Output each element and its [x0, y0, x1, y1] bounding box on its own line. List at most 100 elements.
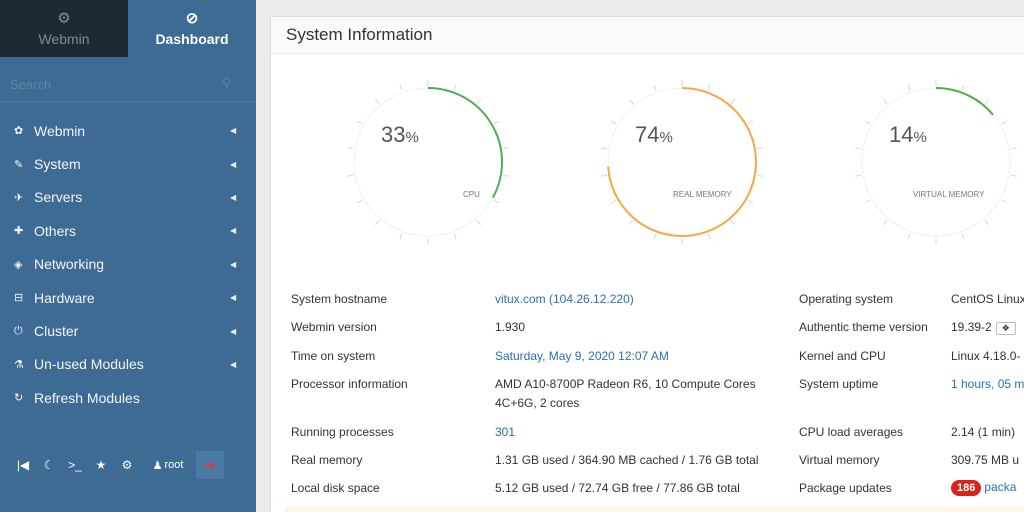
system-information-panel: System Information 33% CPU 74% REAL MEMO… — [270, 16, 1024, 512]
cpu-gauge: 33% CPU — [343, 77, 513, 247]
sidebar-item-unused-modules[interactable]: ⚗ Un-used Modules ◀ — [0, 348, 256, 381]
gauge-tick — [855, 147, 862, 150]
gauge-tick — [907, 233, 911, 240]
info-label: Package updates — [799, 481, 892, 495]
gauge-tick — [1001, 199, 1008, 204]
gauge-tick — [747, 120, 754, 125]
gauge-tick — [374, 98, 380, 105]
package-updates-link[interactable]: packa — [984, 480, 1016, 494]
gauge-tick — [476, 219, 482, 226]
sidebar-item-networking[interactable]: ◈ Networking ◀ — [0, 248, 256, 281]
sidebar-item-label: Webmin — [34, 122, 86, 139]
chevron-left-icon: ◀ — [230, 259, 237, 269]
search-icon[interactable]: ⚲ — [222, 75, 232, 91]
night-mode-icon[interactable]: ☾ — [36, 451, 62, 479]
terminal-icon[interactable]: >_ — [62, 451, 88, 479]
gauge-tick — [756, 147, 763, 150]
info-value: 309.75 MB u — [951, 453, 1020, 467]
sidebar-item-label: Others — [34, 222, 77, 239]
gauge-tick — [628, 98, 634, 105]
gauge-tick — [1001, 120, 1008, 125]
gauge-tick — [476, 98, 482, 105]
gear-icon: ✿ — [14, 125, 24, 138]
sidebar-item-refresh-modules[interactable]: ↻ Refresh Modules — [0, 381, 256, 414]
gauge-value: 74% — [635, 122, 673, 148]
tab-dashboard[interactable]: ⊘ Dashboard — [128, 0, 256, 57]
sidebar-item-others[interactable]: ✚ Others ◀ — [0, 214, 256, 247]
sidebar-item-system[interactable]: ✎ System ◀ — [0, 147, 256, 180]
info-value-line2: 4C+6G, 2 cores — [495, 396, 580, 410]
hostname-link[interactable]: vitux.com (104.26.12.220) — [495, 292, 634, 306]
info-label: Authentic theme version — [799, 320, 928, 334]
gauge-tick — [347, 147, 354, 150]
collapse-icon[interactable]: |◀ — [10, 451, 36, 479]
tools-icon: ✚ — [14, 225, 24, 238]
gauge-dial — [601, 80, 763, 244]
sidebar-search: ⚲ — [0, 66, 256, 102]
gauge-tick — [961, 233, 965, 240]
search-input[interactable] — [10, 74, 210, 94]
info-label: Operating system — [799, 292, 894, 306]
refresh-icon: ↻ — [14, 392, 24, 405]
gauge-arc — [427, 87, 503, 199]
gauge-tick — [399, 233, 403, 240]
tab-webmin[interactable]: ⚙ Webmin — [0, 0, 128, 57]
notice-strip — [285, 507, 1024, 512]
gauge-label: VIRTUAL MEMORY — [913, 190, 985, 199]
favorites-star-icon[interactable]: ★ — [88, 451, 114, 479]
user-root-button[interactable]: ♟ root — [140, 451, 196, 479]
info-label: Time on system — [291, 349, 376, 363]
sidebar-bottom-toolbar: |◀ ☾ >_ ★ ⚙ ♟ root ➜ — [10, 451, 240, 479]
time-link[interactable]: Saturday, May 9, 2020 12:07 AM — [495, 349, 669, 363]
logout-icon[interactable]: ➜ — [196, 451, 224, 479]
theme-settings-icon[interactable]: ⚙ — [114, 451, 140, 479]
gauge-arc — [607, 87, 757, 237]
gauge-dial — [347, 80, 509, 244]
power-icon: ⏻ — [14, 324, 23, 337]
info-label: Local disk space — [291, 481, 380, 495]
gauge-tick — [984, 98, 990, 105]
gauge-unit: % — [405, 129, 419, 146]
chevron-left-icon: ◀ — [230, 359, 237, 369]
info-label: Running processes — [291, 425, 394, 439]
info-label: CPU load averages — [799, 425, 904, 439]
uptime-link[interactable]: 1 hours, 05 m — [951, 377, 1024, 391]
package-updates-badge: 186 — [951, 480, 982, 496]
info-label: Webmin version — [291, 320, 377, 334]
info-value: AMD A10-8700P Radeon R6, 10 Compute Core… — [495, 377, 756, 391]
virtual-memory-gauge: 14% VIRTUAL MEMORY — [851, 77, 1021, 247]
gauge-number: 33 — [381, 122, 406, 147]
gauge-unit: % — [659, 129, 673, 146]
info-value: 1.930 — [495, 320, 526, 334]
gauge-tick — [601, 147, 608, 150]
gauge-tick — [907, 84, 911, 91]
processes-link[interactable]: 301 — [495, 425, 515, 439]
info-label: System uptime — [799, 377, 879, 391]
real-memory-gauge: 74% REAL MEMORY — [597, 77, 767, 247]
gauge-label: CPU — [463, 190, 480, 199]
gauge-tick — [756, 174, 763, 177]
chevron-left-icon: ◀ — [230, 226, 237, 236]
sidebar-tabs: ⚙ Webmin ⊘ Dashboard — [0, 0, 256, 57]
panel-title: System Information — [286, 25, 433, 44]
tab-webmin-label: Webmin — [38, 30, 90, 47]
sidebar-item-label: Cluster — [34, 323, 79, 340]
sidebar-item-servers[interactable]: ✈ Servers ◀ — [0, 181, 256, 214]
webmin-logo-icon: ⚙ — [57, 9, 71, 27]
gauge-label: REAL MEMORY — [673, 190, 732, 199]
puzzle-icon: ⚗ — [14, 358, 24, 371]
info-label: Real memory — [291, 453, 363, 467]
gauge-tick — [1010, 147, 1017, 150]
gauge-tick — [653, 84, 657, 91]
sidebar-item-hardware[interactable]: ⊟ Hardware ◀ — [0, 281, 256, 314]
info-icon[interactable]: ❖ — [995, 322, 1016, 335]
sidebar-item-cluster[interactable]: ⏻ Cluster ◀ — [0, 314, 256, 347]
gauge-tick — [610, 120, 617, 125]
gauge-tick — [356, 120, 363, 125]
info-value: 2.14 (1 min) — [951, 425, 1016, 439]
gauge-tick — [1010, 174, 1017, 177]
sidebar-item-webmin[interactable]: ✿ Webmin ◀ — [0, 114, 256, 147]
sidebar-item-label: Refresh Modules — [34, 389, 140, 406]
gauge-tick — [628, 219, 634, 226]
gauge-tick — [864, 120, 871, 125]
